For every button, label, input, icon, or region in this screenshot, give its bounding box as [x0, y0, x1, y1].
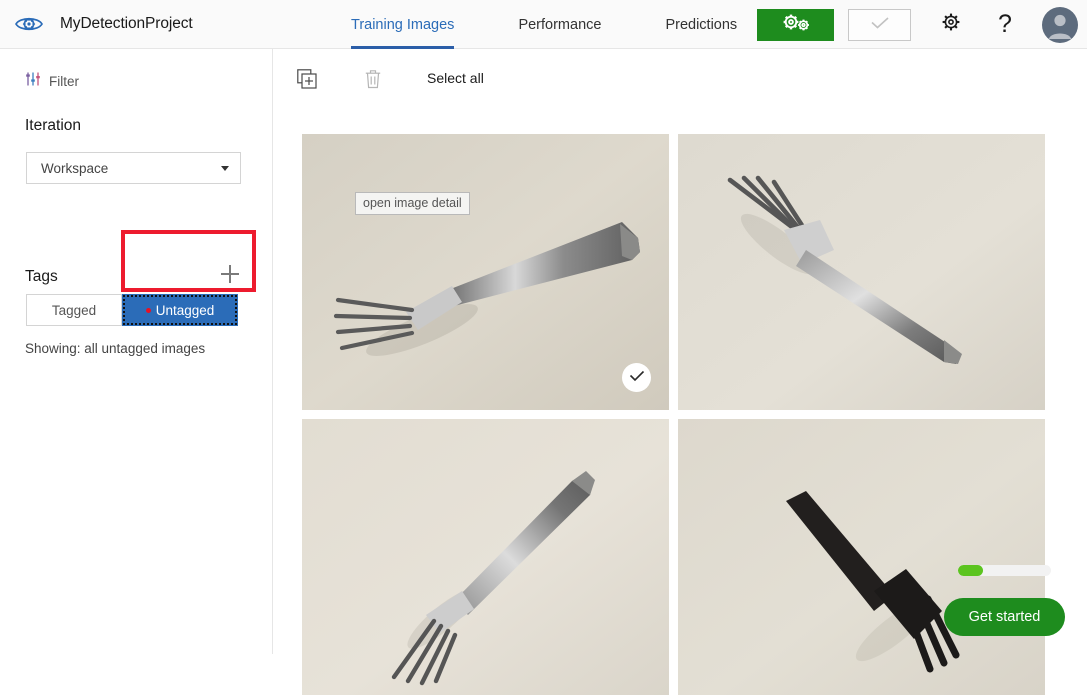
plus-icon[interactable] — [221, 265, 239, 283]
image-select-checkbox[interactable] — [622, 363, 651, 392]
chevron-down-icon — [221, 165, 229, 171]
tag-filter-group: Tagged Untagged — [26, 294, 238, 326]
tab-label: Predictions — [665, 16, 738, 33]
sidebar: Filter Iteration Workspace Tags Tagged U… — [0, 49, 273, 654]
gear-icon — [940, 11, 962, 38]
iteration-dropdown[interactable]: Workspace — [26, 152, 241, 184]
trash-icon[interactable] — [362, 68, 384, 90]
train-button[interactable] — [757, 8, 834, 41]
app-header: MyDetectionProject Training Images Perfo… — [0, 0, 1087, 49]
tooltip-open-image-detail: open image detail — [355, 192, 470, 215]
tags-heading: Tags — [25, 268, 58, 285]
images-toolbar: Select all — [274, 49, 1087, 104]
help-button[interactable]: ? — [988, 8, 1022, 42]
iteration-dropdown-value: Workspace — [41, 160, 109, 176]
filter-label: Filter — [49, 74, 79, 89]
check-icon — [870, 16, 890, 33]
get-started-button[interactable]: Get started — [944, 598, 1065, 636]
settings-button[interactable] — [934, 8, 968, 42]
sliders-icon — [25, 71, 41, 92]
quick-test-button[interactable] — [848, 8, 911, 41]
iteration-heading: Iteration — [25, 117, 82, 134]
tab-training-images[interactable]: Training Images — [351, 0, 455, 49]
select-all-label: Select all — [427, 70, 484, 86]
select-all-button[interactable]: Select all — [427, 70, 484, 86]
check-icon — [629, 369, 645, 387]
tag-filter-label: Tagged — [51, 302, 97, 318]
eye-gear-logo-icon — [13, 8, 45, 40]
status-dot — [145, 307, 151, 313]
filter-button[interactable]: Filter — [0, 49, 272, 92]
get-started-label: Get started — [968, 609, 1041, 625]
image-thumbnail[interactable]: open image detail — [302, 134, 669, 410]
brand: MyDetectionProject — [0, 8, 193, 40]
header-actions: ? — [757, 0, 1078, 49]
page-title: MyDetectionProject — [60, 15, 193, 32]
gears-icon — [779, 13, 813, 36]
progress-fill — [958, 565, 984, 576]
tag-filter-label: Untagged — [155, 302, 215, 318]
image-grid: open image detail — [302, 134, 1052, 695]
tab-label: Training Images — [351, 16, 455, 33]
showing-status-text: Showing: all untagged images — [25, 341, 206, 356]
onboarding-progress-bar — [958, 565, 1051, 576]
tab-predictions[interactable]: Predictions — [665, 0, 737, 49]
add-images-icon[interactable] — [296, 68, 318, 90]
tag-filter-tagged[interactable]: Tagged — [26, 294, 122, 326]
image-thumbnail[interactable] — [678, 134, 1045, 410]
nav-tabs: Training Images Performance Predictions — [351, 0, 737, 49]
tab-label: Performance — [518, 16, 602, 33]
main-content: Select all open image detail — [274, 49, 1087, 695]
question-mark-icon: ? — [998, 10, 1012, 38]
avatar[interactable] — [1042, 6, 1078, 43]
tab-performance[interactable]: Performance — [518, 0, 601, 49]
tag-filter-untagged[interactable]: Untagged — [122, 294, 238, 326]
